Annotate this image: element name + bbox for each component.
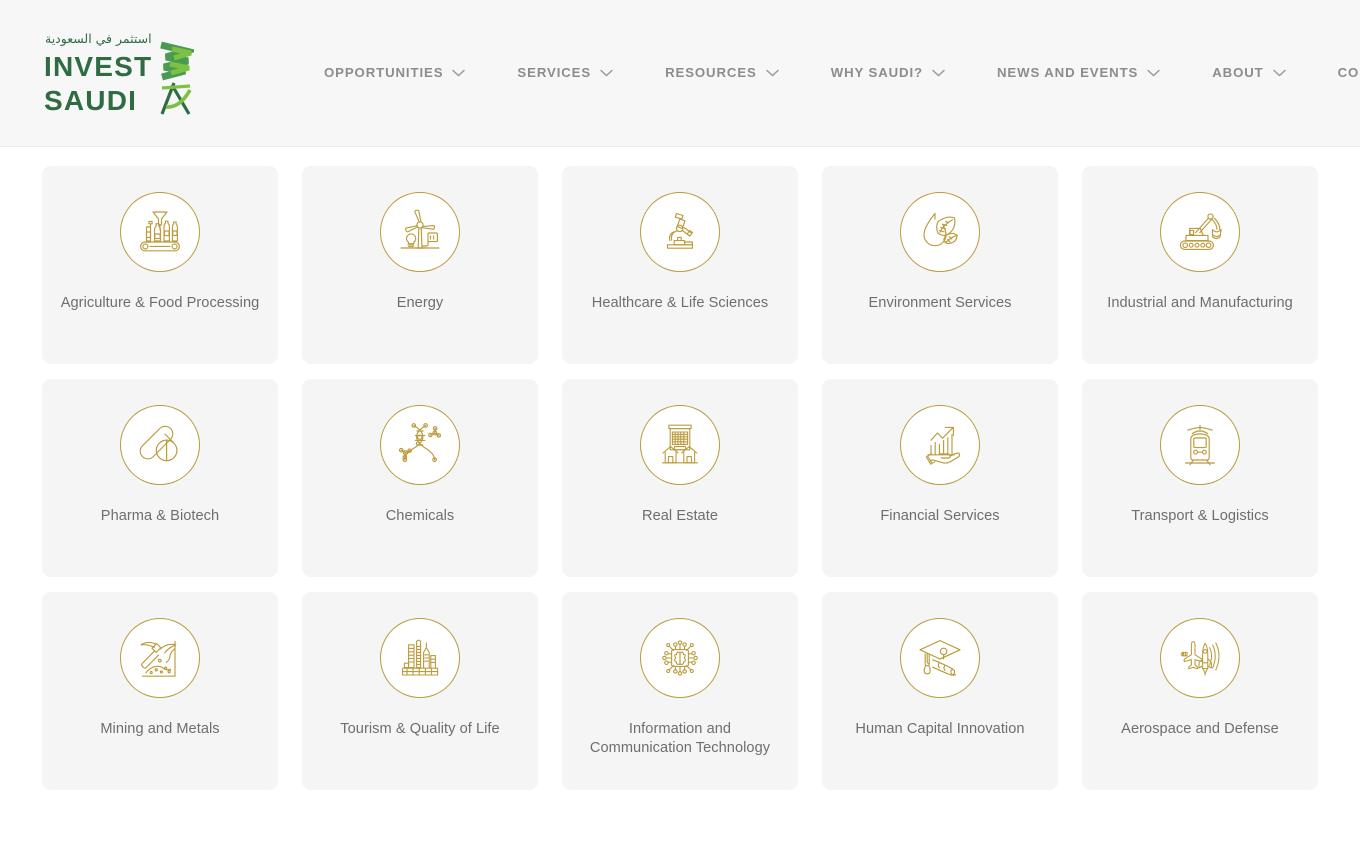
sector-card-aerospace-and-defense[interactable]: Aerospace and Defense — [1082, 592, 1318, 790]
sector-card-label: Human Capital Innovation — [855, 721, 1025, 737]
nav-item-contact[interactable]: CONTACT — [1312, 66, 1360, 79]
jet-rocket-radar-icon — [1160, 618, 1240, 698]
nav-item-label: WHY SAUDI? — [830, 65, 923, 81]
brand-arabic-text: استثمر في السعودية — [45, 31, 152, 47]
sector-card-human-capital-innovation[interactable]: Human Capital Innovation — [822, 592, 1058, 790]
sector-card-energy[interactable]: Energy — [302, 166, 538, 364]
sector-card-label: Industrial and Manufacturing — [1107, 295, 1293, 311]
brand-palm-mark — [160, 41, 194, 115]
sector-card-tourism-quality-of-life[interactable]: Tourism & Quality of Life — [302, 592, 538, 790]
nav-item-label: RESOURCES — [665, 65, 757, 81]
invest-saudi-logo[interactable]: استثمر في السعودية INVEST SAUDI — [44, 28, 194, 118]
sector-card-label: Aerospace and Defense — [1121, 721, 1279, 737]
sector-grid: Agriculture & Food Processing Energy Hea… — [42, 166, 1318, 790]
sector-card-label: Environment Services — [868, 295, 1012, 311]
sector-card-label: Information and Communication Technology — [589, 721, 771, 757]
nav-item-label: SERVICES — [517, 65, 592, 81]
sector-card-label: Agriculture & Food Processing — [60, 295, 260, 311]
site-header: استثمر في السعودية INVEST SAUDI OPPORTUN… — [0, 0, 1360, 147]
train-icon — [1160, 405, 1240, 485]
sector-card-label: Financial Services — [880, 508, 1000, 524]
nav-item-label: CONTACT — [1337, 65, 1360, 81]
sector-card-label: Pharma & Biotech — [100, 508, 220, 524]
buildings-icon — [640, 405, 720, 485]
nav-item-opportunities[interactable]: OPPORTUNITIES — [298, 65, 491, 81]
excavator-icon — [1160, 192, 1240, 272]
sector-card-agriculture-food-processing[interactable]: Agriculture & Food Processing — [42, 166, 278, 364]
chevron-down-icon — [1272, 69, 1286, 77]
sector-card-transport-logistics[interactable]: Transport & Logistics — [1082, 379, 1318, 577]
nav-item-label: ABOUT — [1212, 65, 1264, 81]
chevron-down-icon — [765, 69, 779, 77]
sector-card-label: Energy — [396, 295, 444, 311]
main-navigation: OPPORTUNITIES SERVICES RESOURCES WHY SAU… — [298, 66, 1360, 79]
sector-card-real-estate[interactable]: Real Estate — [562, 379, 798, 577]
pickaxe-icon — [120, 618, 200, 698]
nav-item-label: OPPORTUNITIES — [324, 65, 444, 81]
nav-item-why-saudi[interactable]: WHY SAUDI? — [805, 65, 971, 81]
bottling-line-icon — [120, 192, 200, 272]
water-drop-leaf-icon — [900, 192, 980, 272]
chip-brain-icon — [640, 618, 720, 698]
chevron-down-icon — [452, 69, 466, 77]
brand-saudi-text: SAUDI — [44, 85, 137, 116]
pills-capsule-icon — [120, 405, 200, 485]
sector-card-healthcare-life-sciences[interactable]: Healthcare & Life Sciences — [562, 166, 798, 364]
dna-molecule-icon — [380, 405, 460, 485]
sector-card-label: Transport & Logistics — [1131, 508, 1269, 524]
sector-card-financial-services[interactable]: Financial Services — [822, 379, 1058, 577]
chevron-down-icon — [1147, 69, 1160, 77]
sector-card-label: Tourism & Quality of Life — [340, 721, 500, 737]
sector-card-environment-services[interactable]: Environment Services — [822, 166, 1058, 364]
sector-card-chemicals[interactable]: Chemicals — [302, 379, 538, 577]
sector-card-industrial-and-manufacturing[interactable]: Industrial and Manufacturing — [1082, 166, 1318, 364]
graduation-cap-icon — [900, 618, 980, 698]
brand-invest-text: INVEST — [44, 51, 152, 82]
sector-card-label: Healthcare & Life Sciences — [591, 295, 769, 311]
sector-card-label: Real Estate — [642, 508, 718, 524]
nav-item-services[interactable]: SERVICES — [491, 65, 639, 81]
sector-card-pharma-biotech[interactable]: Pharma & Biotech — [42, 379, 278, 577]
nav-item-label: NEWS AND EVENTS — [997, 65, 1139, 81]
hand-growth-chart-icon — [900, 405, 980, 485]
sector-card-label: Chemicals — [385, 508, 455, 524]
sector-card-mining-and-metals[interactable]: Mining and Metals — [42, 592, 278, 790]
sector-card-label: Mining and Metals — [100, 721, 220, 737]
wind-turbine-icon — [380, 192, 460, 272]
sector-card-information-and-communication-technology[interactable]: Information and Communication Technology — [562, 592, 798, 790]
city-skyline-icon — [380, 618, 460, 698]
nav-item-news-and-events[interactable]: NEWS AND EVENTS — [971, 65, 1186, 81]
microscope-icon — [640, 192, 720, 272]
nav-item-resources[interactable]: RESOURCES — [639, 65, 805, 81]
chevron-down-icon — [932, 69, 945, 77]
chevron-down-icon — [600, 69, 613, 77]
nav-item-about[interactable]: ABOUT — [1186, 65, 1311, 81]
